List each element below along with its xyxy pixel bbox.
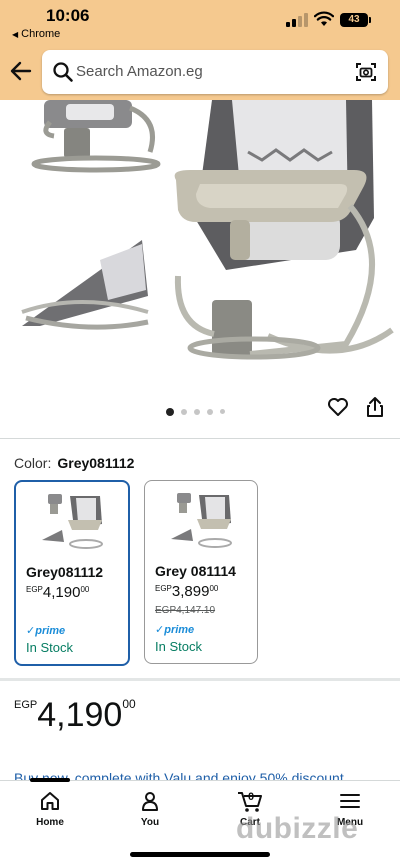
variant-thumbnail: [42, 494, 103, 549]
back-to-app-link[interactable]: ◀ Chrome: [12, 28, 60, 40]
variant-price-decimal: 00: [80, 585, 90, 594]
variant-stock-status: In Stock: [155, 639, 202, 654]
back-arrow-icon[interactable]: [8, 58, 34, 84]
prime-badge: ✓prime: [26, 625, 66, 637]
search-placeholder: Search Amazon.eg: [76, 63, 203, 80]
nav-label: Home: [36, 817, 64, 828]
price-currency: EGP: [14, 699, 38, 711]
nav-home[interactable]: Home: [20, 789, 80, 828]
home-indicator[interactable]: [130, 852, 270, 857]
menu-icon: [340, 794, 360, 808]
variant-price: EGP3,89900: [155, 583, 218, 600]
swing-main-view: [174, 100, 394, 360]
variant-price-decimal: 00: [209, 584, 219, 593]
prime-badge: ✓prime: [155, 624, 195, 636]
variant-list-price: EGP4,147.10: [155, 605, 216, 616]
variant-name: Grey081112: [26, 564, 104, 580]
status-time: 10:06: [46, 6, 90, 25]
search-input[interactable]: Search Amazon.eg: [42, 50, 388, 94]
gallery-dot[interactable]: [194, 408, 200, 415]
gallery-dot[interactable]: [181, 408, 187, 415]
variant-price: EGP4,19000: [26, 584, 89, 601]
user-icon: [142, 792, 158, 811]
variant-currency: EGP: [155, 584, 172, 593]
battery-indicator: 43: [340, 13, 371, 27]
back-app-label: Chrome: [21, 28, 61, 40]
wifi-icon: [314, 11, 334, 26]
back-triangle-icon: ◀: [12, 30, 19, 39]
variant-stock-status: In Stock: [26, 640, 73, 655]
heart-icon[interactable]: [326, 395, 350, 419]
section-divider: [0, 678, 400, 681]
gallery-dot[interactable]: [207, 408, 213, 415]
signal-icon: [286, 13, 308, 27]
variant-currency: EGP: [26, 585, 43, 594]
home-icon: [41, 792, 59, 810]
watermark-text: dubizzle: [236, 812, 359, 845]
variant-name: Grey 081114: [155, 563, 236, 579]
variant-option[interactable]: Grey 081114 EGP3,89900 EGP4,147.10 ✓prim…: [144, 480, 258, 664]
gallery-pagination: [166, 403, 232, 416]
prime-label: prime: [35, 625, 66, 637]
color-value: Grey081112: [57, 455, 135, 471]
price-decimal: 00: [122, 697, 136, 711]
swing-side-view-thumb: [31, 100, 161, 173]
product-price: EGP4,19000: [14, 696, 136, 735]
nav-label: You: [140, 817, 160, 828]
active-tab-indicator: [30, 778, 70, 782]
gallery-dot[interactable]: [166, 407, 174, 416]
price-whole: 4,190: [37, 696, 123, 734]
camera-search-icon[interactable]: [354, 60, 378, 84]
color-selection-label: Color: Grey081112: [14, 455, 134, 471]
variant-thumbnail: [171, 493, 232, 548]
variant-price-whole: 4,190: [42, 584, 81, 601]
section-divider: [0, 438, 400, 439]
variant-price-whole: 3,899: [171, 583, 210, 600]
rocker-mode-thumb: [21, 240, 149, 330]
nav-you[interactable]: You: [120, 789, 180, 828]
share-icon[interactable]: [364, 395, 386, 419]
color-label: Color:: [14, 455, 52, 471]
dubizzle-watermark: dubizzle: [236, 812, 358, 846]
product-image-gallery[interactable]: [0, 100, 400, 430]
status-bar: 10:06 ◀ Chrome 43: [0, 0, 400, 44]
prime-label: prime: [164, 624, 195, 636]
cart-count: 0: [248, 791, 255, 803]
variant-option-selected[interactable]: Grey081112 EGP4,19000 ✓prime In Stock: [14, 480, 130, 666]
product-image: [21, 100, 394, 360]
search-icon: [53, 62, 73, 82]
